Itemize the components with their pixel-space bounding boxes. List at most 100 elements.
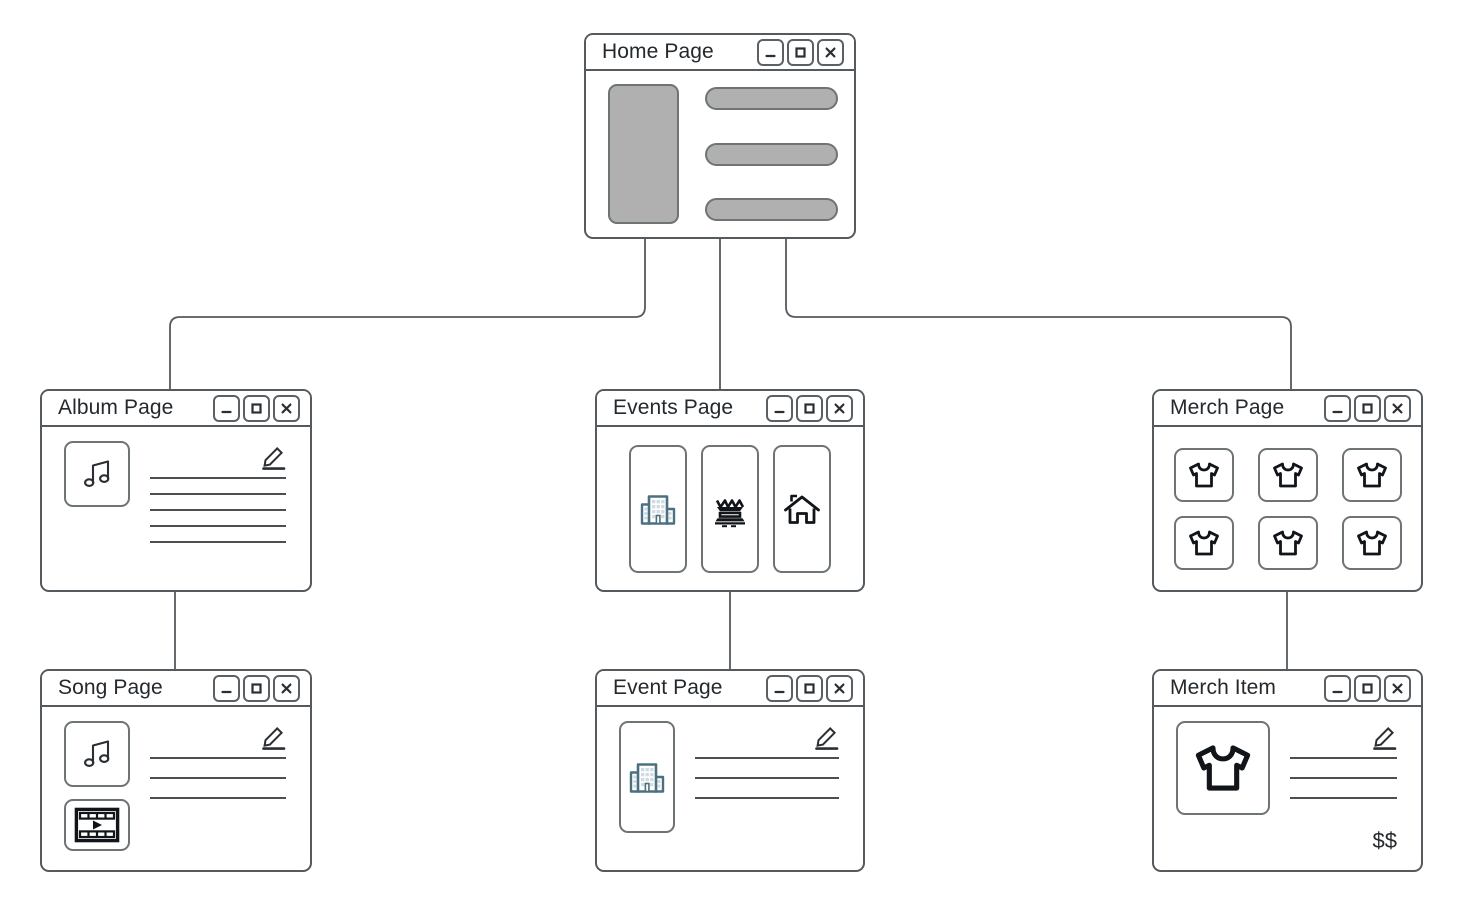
minimize-icon [765,54,776,57]
close-button[interactable] [273,394,300,422]
text-line [1290,777,1397,779]
music-note-icon [84,740,110,767]
home-content-bars [705,84,838,224]
maximize-button[interactable] [796,674,823,702]
tshirt-icon [1356,462,1387,487]
content-bar[interactable] [705,87,838,110]
window-title: Events Page [613,396,734,419]
text-line [150,525,286,527]
pencil-edit-icon[interactable] [813,723,841,751]
maximize-button[interactable] [1354,674,1381,702]
song-page-body [42,707,310,870]
text-line [150,757,286,759]
album-detail-column [148,441,292,576]
node-song-page[interactable]: Song Page [40,669,312,872]
maximize-button[interactable] [243,394,270,422]
window-controls [1324,394,1411,422]
close-button[interactable] [1384,674,1411,702]
maximize-icon [1362,682,1373,694]
close-icon [281,682,292,693]
content-bar[interactable] [705,142,838,166]
maximize-icon [251,682,262,694]
album-page-body [42,427,310,590]
node-home-page[interactable]: Home Page [584,33,856,239]
close-icon [1392,682,1403,693]
event-tile-stadium[interactable] [701,444,759,573]
minimize-button[interactable] [766,674,793,702]
house-icon [784,494,820,524]
close-icon [825,46,836,57]
maximize-button[interactable] [796,394,823,422]
pencil-edit-icon[interactable] [260,443,288,471]
city-buildings-icon [640,494,676,525]
tshirt-icon [1188,530,1219,555]
titlebar-merch: Merch Page [1154,391,1421,427]
content-bar[interactable] [705,198,838,221]
merch-tile[interactable] [1257,515,1318,570]
node-merch-item-page[interactable]: Merch Item $$ [1152,669,1423,872]
maximize-icon [1362,402,1373,414]
node-merch-page[interactable]: Merch Page [1152,389,1423,592]
close-icon [834,682,845,693]
hero-placeholder [608,84,679,224]
pencil-edit-icon[interactable] [1371,723,1399,751]
maximize-button[interactable] [243,674,270,702]
pencil-edit-icon[interactable] [260,723,288,751]
maximize-button[interactable] [1354,394,1381,422]
close-icon [834,402,845,413]
close-button[interactable] [826,394,853,422]
edge-home-merch [785,239,1292,389]
album-art-tile[interactable] [64,441,130,507]
minimize-icon [774,690,785,693]
window-title: Home Page [602,40,714,63]
merch-page-body [1154,427,1421,590]
node-events-page[interactable]: Events Page [595,389,865,592]
event-tile-venue-city[interactable] [629,444,687,573]
titlebar-event: Event Page [597,671,863,707]
event-tile-house[interactable] [773,444,831,573]
merch-tile[interactable] [1341,447,1402,502]
maximize-button[interactable] [787,38,814,66]
merch-tile[interactable] [1173,515,1234,570]
maximize-icon [795,46,806,58]
merch-item-tile[interactable] [1176,721,1270,815]
merch-item-body: $$ [1154,707,1421,870]
merch-tile[interactable] [1173,447,1234,502]
close-button[interactable] [1384,394,1411,422]
minimize-button[interactable] [1324,394,1351,422]
close-button[interactable] [273,674,300,702]
titlebar-song: Song Page [42,671,310,707]
maximize-icon [251,402,262,414]
node-event-page[interactable]: Event Page [595,669,865,872]
minimize-button[interactable] [1324,674,1351,702]
close-button[interactable] [817,38,844,66]
text-line [1290,797,1397,799]
window-title: Song Page [58,676,163,699]
close-button[interactable] [826,674,853,702]
window-title: Merch Page [1170,396,1285,419]
maximize-icon [804,402,815,414]
song-art-tile[interactable] [64,721,130,787]
merch-tile[interactable] [1257,447,1318,502]
stadium-icon [715,498,745,527]
minimize-button[interactable] [213,394,240,422]
song-video-tile[interactable] [64,799,130,851]
merch-tile[interactable] [1341,515,1402,570]
song-text-lines [148,757,292,799]
window-controls [213,394,300,422]
titlebar-album: Album Page [42,391,310,427]
minimize-button[interactable] [766,394,793,422]
node-album-page[interactable]: Album Page [40,389,312,592]
minimize-icon [1332,410,1343,413]
minimize-icon [221,690,232,693]
event-venue-tile[interactable] [619,721,675,833]
window-title: Event Page [613,676,723,699]
close-icon [281,402,292,413]
minimize-button[interactable] [757,38,784,66]
text-line [695,757,839,759]
close-icon [1392,402,1403,413]
text-line [150,493,286,495]
window-title: Merch Item [1170,676,1277,699]
tshirt-icon [1272,462,1303,487]
minimize-button[interactable] [213,674,240,702]
